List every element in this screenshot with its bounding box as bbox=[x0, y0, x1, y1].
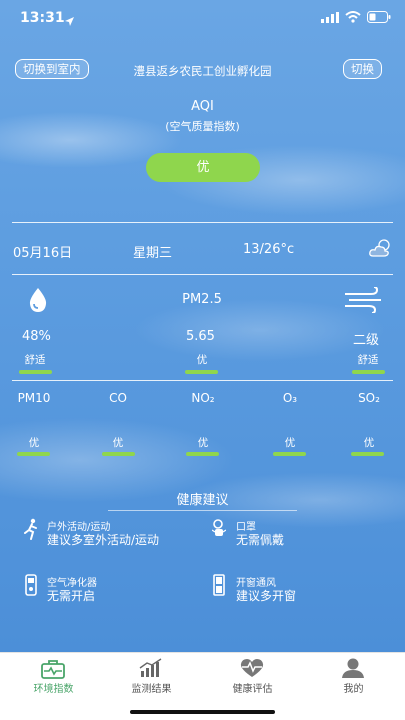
wind-value: 二级 bbox=[353, 333, 380, 348]
pollutant-underline-so2 bbox=[351, 452, 384, 456]
humidity-status: 舒适 bbox=[24, 354, 46, 366]
wifi-icon bbox=[345, 11, 361, 23]
divider-middle bbox=[12, 274, 393, 275]
tab-label-environment: 环境指数 bbox=[33, 684, 74, 695]
weekday-text: 星期三 bbox=[133, 246, 173, 261]
pollutant-status-pm10: 优 bbox=[28, 437, 40, 449]
tab-label-health: 健康评估 bbox=[232, 684, 273, 695]
person-icon bbox=[342, 658, 364, 678]
pollutant-underline-no2 bbox=[186, 452, 219, 456]
tab-mine[interactable]: 我的 bbox=[313, 653, 394, 720]
temperature-text: 13/26°c bbox=[243, 242, 295, 257]
date-text: 05月16日 bbox=[13, 246, 73, 261]
pm25-label: PM2.5 bbox=[182, 292, 222, 307]
pollutant-underline-pm10 bbox=[17, 452, 50, 456]
aqi-subtitle: (空气质量指数) bbox=[165, 120, 240, 133]
switch-button[interactable]: 切换 bbox=[343, 59, 382, 79]
bar-chart-icon bbox=[139, 658, 162, 677]
status-icons bbox=[321, 11, 391, 23]
advice-value-outdoor: 建议多室外活动/运动 bbox=[47, 533, 160, 547]
location-arrow-icon bbox=[64, 12, 75, 31]
advice-divider bbox=[108, 510, 297, 511]
window-icon bbox=[213, 574, 225, 600]
briefcase-medical-icon bbox=[41, 660, 65, 679]
pollutant-underline-o3 bbox=[273, 452, 306, 456]
health-advice-title: 健康建议 bbox=[176, 493, 229, 508]
wind-underline bbox=[352, 370, 385, 374]
pollutant-status-so2: 优 bbox=[363, 437, 375, 449]
pollutant-name-pm10: PM10 bbox=[17, 391, 51, 405]
aqi-title: AQI bbox=[191, 99, 214, 114]
pm25-status: 优 bbox=[196, 354, 208, 366]
tab-environment-index[interactable]: 环境指数 bbox=[13, 653, 94, 720]
pollutant-name-o3: O₃ bbox=[282, 391, 298, 405]
tab-label-monitoring: 监测结果 bbox=[131, 684, 172, 695]
humidity-drop-icon bbox=[27, 287, 49, 317]
pollutant-status-no2: 优 bbox=[197, 437, 209, 449]
running-person-icon bbox=[24, 518, 38, 544]
status-time: 13:31 bbox=[20, 10, 65, 26]
advice-value-mask: 无需佩戴 bbox=[236, 533, 285, 547]
wind-status: 舒适 bbox=[357, 354, 379, 366]
cloudy-icon bbox=[368, 238, 394, 262]
pollutant-underline-co bbox=[102, 452, 135, 456]
pollutant-status-o3: 优 bbox=[284, 437, 296, 449]
mask-icon bbox=[211, 518, 227, 544]
pm25-value: 5.65 bbox=[186, 329, 215, 344]
heart-pulse-icon bbox=[240, 659, 264, 677]
pm25-underline bbox=[185, 370, 218, 374]
home-indicator bbox=[130, 710, 275, 714]
wind-icon bbox=[343, 286, 385, 317]
divider-top bbox=[12, 222, 393, 223]
tab-label-mine: 我的 bbox=[343, 684, 364, 695]
battery-icon bbox=[367, 11, 391, 23]
pollutant-name-so2: SO₂ bbox=[358, 391, 380, 405]
humidity-value: 48% bbox=[22, 329, 51, 344]
pollutant-name-co: CO bbox=[109, 391, 127, 405]
air-purifier-icon bbox=[25, 574, 37, 600]
advice-value-purifier: 无需开启 bbox=[47, 589, 96, 603]
signal-icon bbox=[321, 11, 339, 23]
advice-value-window: 建议多开窗 bbox=[236, 589, 297, 603]
aqi-level-badge: 优 bbox=[146, 153, 260, 182]
sky-background bbox=[0, 0, 405, 652]
divider-pollutants bbox=[12, 380, 393, 381]
pollutant-status-co: 优 bbox=[112, 437, 124, 449]
humidity-underline bbox=[19, 370, 52, 374]
pollutant-name-no2: NO₂ bbox=[191, 391, 215, 405]
